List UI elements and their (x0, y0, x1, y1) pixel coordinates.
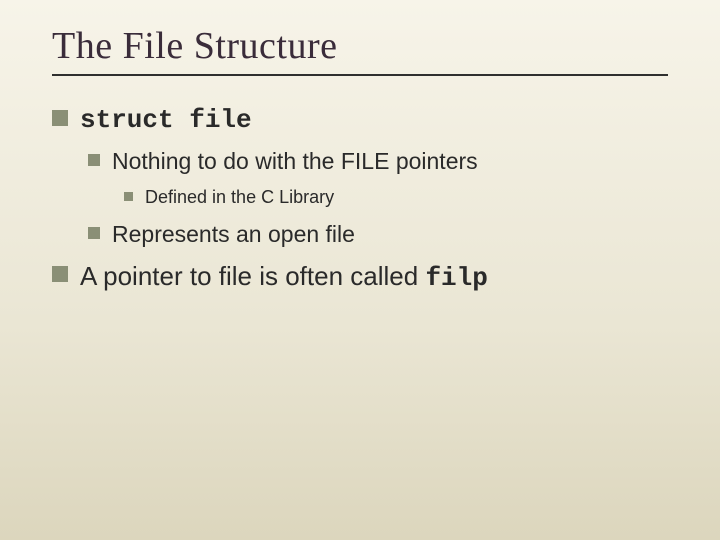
title-underline (52, 74, 668, 76)
square-bullet-icon (88, 154, 100, 166)
square-bullet-icon (52, 110, 68, 126)
square-bullet-icon (88, 227, 100, 239)
bullet-text: Defined in the C Library (145, 186, 334, 209)
bullet-text: struct file (80, 104, 252, 137)
bullet-represents-open-file: Represents an open file (88, 220, 668, 250)
bullet-nothing-to-do: Nothing to do with the FILE pointers (88, 147, 668, 177)
bullet-struct-file: struct file (52, 104, 668, 137)
slide-title: The File Structure (52, 24, 668, 68)
slide: The File Structure struct file Nothing t… (0, 0, 720, 540)
bullet-text-prefix: A pointer to file is often called (80, 261, 425, 291)
bullet-text: Nothing to do with the FILE pointers (112, 147, 478, 177)
bullet-filp: A pointer to file is often called filp (52, 260, 668, 295)
bullet-text: Represents an open file (112, 220, 355, 250)
bullet-defined-c-library: Defined in the C Library (124, 186, 668, 209)
square-bullet-icon (124, 192, 133, 201)
square-bullet-icon (52, 266, 68, 282)
bullet-text: A pointer to file is often called filp (80, 260, 488, 295)
bullet-text-code: filp (425, 263, 487, 293)
